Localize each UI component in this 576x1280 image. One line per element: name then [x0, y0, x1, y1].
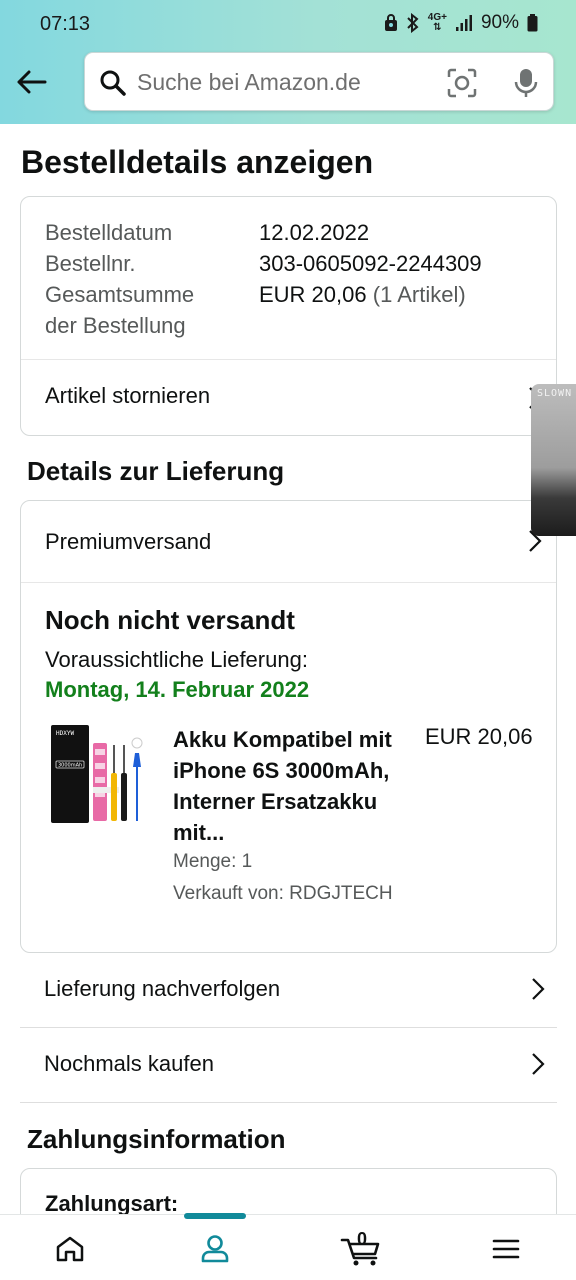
order-date-label: Bestelldatum [45, 220, 173, 245]
order-details-screen: 07:13 4G+ ⇅ 90% Suche bei Amazon.de Best… [0, 0, 576, 1280]
eta-label: Voraussichtliche Lieferung: [45, 647, 308, 672]
nav-account[interactable] [195, 1229, 235, 1269]
network-type-icon: 4G+ ⇅ [427, 12, 447, 33]
product-title-link[interactable]: Akku Kompatibel mit iPhone 6S 3000mAh, I… [173, 724, 413, 848]
shipment-status: Noch nicht versandt [45, 605, 295, 635]
product-quantity: Menge: 1 [173, 851, 253, 872]
cart-count-badge: 0 [357, 1229, 368, 1249]
camera-icon[interactable] [447, 68, 477, 98]
divider [20, 1102, 557, 1103]
eta-date: Montag, 14. Februar 2022 [45, 677, 310, 702]
order-item-count: (1 Artikel) [372, 282, 466, 307]
status-bar: 07:13 4G+ ⇅ 90% [0, 0, 576, 50]
search-icon [100, 70, 126, 96]
microphone-icon[interactable] [513, 67, 539, 99]
home-icon [56, 1236, 84, 1262]
chevron-right-icon [532, 1053, 545, 1075]
product-seller: Verkauft von: RDGJTECH [173, 883, 393, 904]
svg-text:HDXYW: HDXYW [56, 730, 74, 737]
payment-section-title: Zahlungsinformation [27, 1124, 286, 1154]
buy-again-row[interactable]: Nochmals kaufen [20, 1028, 557, 1102]
order-summary-card: Bestelldatum 12.02.2022 Bestellnr. 303-0… [20, 196, 557, 436]
nav-home[interactable] [50, 1229, 90, 1269]
active-tab-indicator [184, 1213, 246, 1219]
menu-icon [492, 1239, 520, 1259]
svg-text:3000mAh: 3000mAh [58, 763, 82, 769]
order-number-label: Bestellnr. [45, 251, 136, 276]
product-price: EUR 20,06 [425, 724, 533, 749]
nav-menu[interactable] [486, 1229, 526, 1269]
back-button[interactable] [14, 64, 50, 100]
chevron-right-icon [532, 978, 545, 1000]
order-number-value: 303-0605092-2244309 [259, 251, 482, 276]
order-total: EUR 20,06 (1 Artikel) [259, 279, 466, 310]
vpn-icon [384, 14, 398, 32]
app-header: 07:13 4G+ ⇅ 90% [0, 0, 576, 124]
search-bar[interactable] [84, 52, 554, 111]
order-total-value: EUR 20,06 [259, 282, 367, 307]
bluetooth-icon [406, 13, 420, 33]
cancel-items-row[interactable]: Artikel stornieren [21, 360, 556, 436]
bottom-navigation [0, 1213, 576, 1280]
delivery-card: Premiumversand Noch nicht versandt Vorau… [20, 500, 557, 953]
delivery-section-title: Details zur Lieferung [27, 456, 285, 486]
status-icons: 4G+ ⇅ 90% [384, 12, 538, 34]
page-title: Bestelldetails anzeigen [21, 144, 374, 180]
cancel-items-label: Artikel stornieren [45, 383, 211, 408]
order-total-label-line1: Gesamtsumme [45, 282, 195, 307]
signal-icon [455, 14, 473, 32]
thumbnail-text: SLOWN [537, 388, 573, 399]
divider [21, 582, 556, 583]
floating-video-thumbnail[interactable]: SLOWN [531, 384, 576, 536]
track-delivery-label: Lieferung nachverfolgen [44, 976, 281, 1001]
back-arrow-icon [17, 70, 47, 94]
battery-percent: 90% [480, 12, 519, 33]
product-image[interactable]: HDXYW 3000mAh [49, 723, 147, 825]
battery-product-icon: HDXYW 3000mAh [51, 725, 143, 823]
shipping-method-label: Premiumversand [45, 529, 212, 554]
order-date-value: 12.02.2022 [259, 220, 370, 245]
order-total-label-line2: der Bestellung [45, 313, 186, 338]
status-time: 07:13 [40, 13, 91, 35]
shipping-method-row[interactable]: Premiumversand [21, 501, 556, 582]
track-delivery-row[interactable]: Lieferung nachverfolgen [20, 953, 557, 1027]
buy-again-label: Nochmals kaufen [44, 1051, 214, 1076]
battery-icon [527, 14, 538, 32]
search-input[interactable] [137, 61, 417, 103]
user-icon [201, 1235, 229, 1263]
